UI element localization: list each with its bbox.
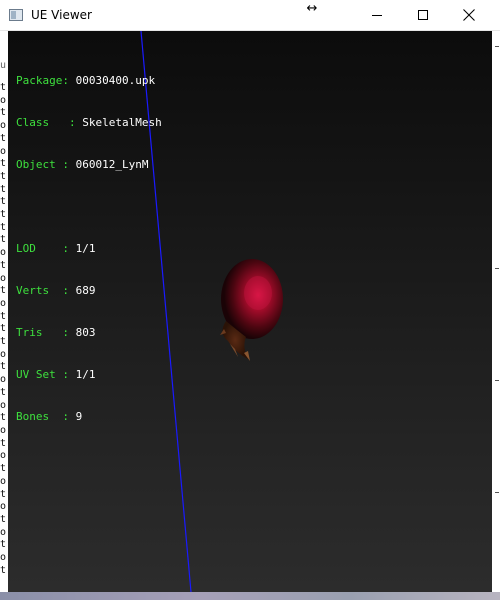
info-row-object: Object : 060012_LynM [16,158,162,172]
info-row-lod: LOD : 1/1 [16,242,162,256]
info-value: 00030400.upk [75,74,156,87]
info-value: SkeletalMesh [82,116,162,129]
info-value: 689 [75,284,96,297]
info-value: 060012_LynM [75,158,149,171]
info-separator: : [62,74,76,87]
3d-viewport[interactable]: Package: 00030400.upk Class : SkeletalMe… [8,31,492,592]
info-row-uvset: UV Set : 1/1 [16,368,162,382]
info-label: LOD [16,242,36,255]
info-separator: : [55,368,76,381]
info-label: Object [16,158,56,171]
window-title: UE Viewer [31,8,92,22]
info-row-package: Package: 00030400.upk [16,74,162,88]
info-row-bones: Bones : 9 [16,410,162,424]
maximize-button[interactable] [400,0,446,31]
info-value: 1/1 [75,242,96,255]
info-separator: : [55,158,76,171]
info-label: UV Set [16,368,56,381]
info-label: Bones [16,410,50,423]
skeletal-mesh-model[interactable] [208,249,298,369]
close-button[interactable] [446,0,492,31]
info-label: Package [16,74,63,87]
horizontal-resize-cursor-icon: ↔ [306,1,318,16]
info-row-verts: Verts : 689 [16,284,162,298]
close-icon [463,9,475,21]
info-label: Verts [16,284,50,297]
info-row-tris: Tris : 803 [16,326,162,340]
info-separator: : [42,326,76,339]
info-spacer [16,200,162,214]
ue-viewer-window: UE Viewer ↔ Package: 00030400.upk Class … [0,0,500,600]
info-separator: : [35,242,76,255]
info-value: 803 [75,326,96,339]
info-row-class: Class : SkeletalMesh [16,116,162,130]
mesh-info-panel: Package: 00030400.upk Class : SkeletalMe… [16,46,162,452]
info-separator: : [49,410,76,423]
info-separator: : [49,284,76,297]
app-window-icon[interactable] [9,9,23,21]
info-value: 1/1 [75,368,96,381]
info-label: Tris [16,326,43,339]
title-bar[interactable]: UE Viewer ↔ [0,0,500,31]
info-separator: : [49,116,83,129]
minimize-icon [372,15,382,16]
maximize-icon [418,10,428,20]
info-label: Class [16,116,50,129]
minimize-button[interactable] [354,0,400,31]
info-value: 9 [75,410,83,423]
